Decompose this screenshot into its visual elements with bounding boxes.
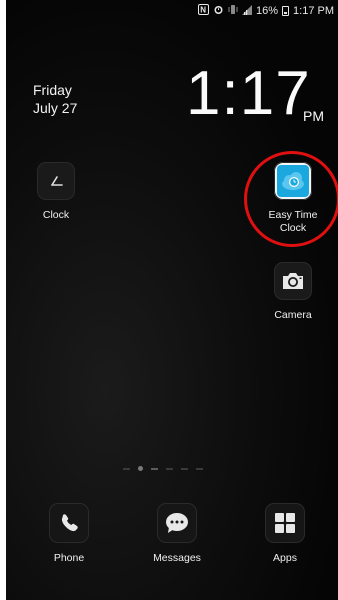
apps-grid-icon xyxy=(265,503,305,543)
app-camera[interactable]: Camera xyxy=(258,262,328,322)
widget-time[interactable]: 1:17 xyxy=(186,58,311,129)
clock-icon xyxy=(37,162,75,200)
status-bar: N 16% 1:17 PM xyxy=(6,0,338,22)
app-label: Clock xyxy=(42,209,70,221)
page-indicator[interactable] xyxy=(123,466,203,471)
page-dot-active xyxy=(138,466,143,471)
dock-messages[interactable]: Messages xyxy=(142,503,212,565)
app-clock[interactable]: Clock xyxy=(21,162,91,222)
page-dot xyxy=(166,467,173,470)
svg-text:N: N xyxy=(200,6,206,15)
camera-icon xyxy=(274,262,312,300)
app-label: Apps xyxy=(273,552,297,564)
widget-day: Friday xyxy=(33,82,72,98)
app-label: Messages xyxy=(153,552,201,564)
messages-icon xyxy=(157,503,197,543)
home-screen: N 16% 1:17 PM Friday July 27 1:17 PM Clo… xyxy=(6,0,338,600)
dock-apps[interactable]: Apps xyxy=(250,503,320,565)
signal-icon xyxy=(242,4,252,18)
battery-icon xyxy=(282,6,290,16)
app-label: Camera xyxy=(274,309,312,321)
page-dot xyxy=(123,467,130,470)
page-dot xyxy=(151,467,158,470)
vibrate-icon xyxy=(228,4,238,18)
status-time: 1:17 PM xyxy=(293,5,334,17)
widget-ampm: PM xyxy=(303,108,324,124)
highlight-circle xyxy=(244,151,338,247)
dock-phone[interactable]: Phone xyxy=(34,503,104,565)
alarm-icon xyxy=(213,4,224,18)
widget-date: July 27 xyxy=(33,100,78,116)
page-dot xyxy=(196,467,203,470)
battery-percent: 16% xyxy=(256,5,279,17)
page-dot xyxy=(181,467,188,470)
phone-icon xyxy=(49,503,89,543)
nfc-icon: N xyxy=(198,4,209,18)
app-label: Phone xyxy=(53,552,85,564)
